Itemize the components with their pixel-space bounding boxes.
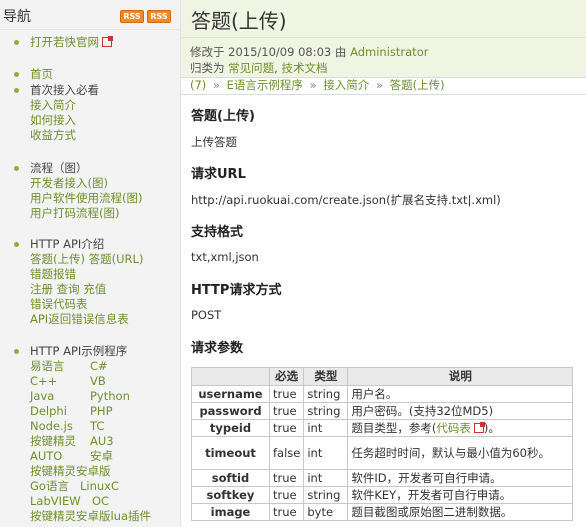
sidebar-item-lang-pair[interactable]: Java Python [30, 389, 130, 404]
breadcrumb-item[interactable]: 接入简介 [323, 78, 369, 92]
sidebar-item-intro[interactable]: 接入简介 [30, 98, 76, 113]
category-line: 归类为 常见问题, 技术文档 [190, 61, 328, 75]
external-link-icon [102, 36, 113, 47]
sidebar-item-home[interactable]: 首页 [14, 67, 53, 82]
section-heading: 请求参数 [191, 341, 244, 356]
author-link[interactable]: Administrator [350, 45, 428, 59]
sidebar-item-examples: HTTP API示例程序 [14, 344, 127, 359]
table-row: password true string 用户密码。(支持32位MD5) [191, 402, 574, 420]
table-row: softkey true string 软件KEY，开发者可自行申请。 [191, 486, 574, 504]
sidebar-item-lang-pair[interactable]: AUTO 安卓 [30, 449, 113, 464]
sidebar-item-http-api: HTTP API介绍 [14, 237, 104, 252]
category-link[interactable]: 技术文档 [281, 61, 327, 75]
page-meta: 修改于 2015/10/09 08:03 由 Administrator 归类为… [181, 38, 586, 78]
bullet [14, 72, 19, 77]
request-url: http://api.ruokuai.com/create.json(扩展名支持… [191, 193, 501, 207]
sidebar-item-anjian-lua[interactable]: 按键精灵安卓版lua插件 [30, 509, 151, 524]
sidebar-item-lang-pair[interactable]: C++ VB [30, 374, 106, 389]
bullet [14, 40, 19, 45]
params-table: 必选 类型 说明 username true string 用户名。 passw… [191, 367, 574, 521]
section-text: 上传答题 [191, 135, 237, 149]
breadcrumb-item[interactable]: 答题(上传) [390, 78, 445, 92]
external-link-icon [473, 421, 485, 433]
section-heading: HTTP请求方式 [191, 283, 282, 298]
sidebar-item-revenue[interactable]: 收益方式 [30, 128, 76, 143]
bullet [14, 88, 19, 93]
table-row: softid true int 软件ID，开发者可自行申请。 [191, 469, 574, 487]
sidebar-item-user-code-flow[interactable]: 用户打码流程(图) [30, 206, 119, 221]
sidebar-item-api-errors[interactable]: API返回错误信息表 [30, 312, 129, 327]
table-row: username true string 用户名。 [191, 385, 574, 403]
category-link[interactable]: 常见问题 [228, 61, 274, 75]
sidebar-item-first-access: 首次接入必看 [14, 83, 99, 98]
sidebar-item-answer-pair[interactable]: 答题(上传) 答题(URL) [30, 252, 143, 267]
sidebar-header: 导航 RSS RSS [0, 0, 180, 30]
sidebar-item-dev-flow[interactable]: 开发者接入(图) [30, 176, 108, 191]
sidebar-item-register-query-recharge[interactable]: 注册 查询 充值 [30, 282, 106, 297]
section-text: POST [191, 308, 222, 322]
sidebar-item-official-site[interactable]: 打开若快官网 [14, 35, 113, 50]
bullet [14, 349, 19, 354]
breadcrumb-item[interactable]: (7) [190, 78, 206, 92]
code-table-link[interactable]: 代码表 [436, 421, 471, 435]
sidebar-item-anjian-android[interactable]: 按键精灵安卓版 [30, 464, 111, 479]
section-heading: 支持格式 [191, 225, 244, 240]
bullet [14, 166, 19, 171]
sidebar-item-flow: 流程（图） [14, 161, 88, 176]
sidebar-item-lang-pair[interactable]: Node.js TC [30, 419, 104, 434]
table-header-row: 必选 类型 说明 [191, 367, 574, 386]
page-title: 答题(上传) [191, 9, 287, 33]
table-row: timeout false int 任务超时时间，默认与最小值为60秒。 [191, 436, 574, 470]
sidebar-item-error-codes[interactable]: 错误代码表 [30, 297, 88, 312]
sidebar: 导航 RSS RSS 打开若快官网 首页 首次接入必看 接入简介 如何接入 收益… [0, 0, 181, 527]
sidebar-item-user-software-flow[interactable]: 用户软件使用流程(图) [30, 191, 142, 206]
sidebar-item-lang-pair[interactable]: LabVIEW OC [30, 494, 109, 509]
sidebar-item-how-to[interactable]: 如何接入 [30, 113, 76, 128]
sidebar-item-report-error[interactable]: 错题报错 [30, 267, 76, 282]
table-row: typeid true int 题目类型，参考(代码表)。 [191, 419, 574, 437]
breadcrumb: (7) » E语言示例程序 » 接入简介 » 答题(上传) [181, 78, 586, 95]
breadcrumb-item[interactable]: E语言示例程序 [227, 78, 303, 92]
table-row: image true byte 题目截图或原始图二进制数据。 [191, 503, 574, 521]
sidebar-item-lang-pair[interactable]: Delphi PHP [30, 404, 113, 419]
main-content: 答题(上传) 修改于 2015/10/09 08:03 由 Administra… [181, 0, 586, 527]
section-heading: 请求URL [191, 167, 246, 182]
sidebar-item-lang-pair[interactable]: 按键精灵 AU3 [30, 434, 114, 449]
modified-line: 修改于 2015/10/09 08:03 由 Administrator [190, 45, 429, 59]
title-bar: 答题(上传) [181, 0, 586, 38]
sidebar-item-lang-pair[interactable]: 易语言 C# [30, 359, 108, 374]
sidebar-title: 导航 [3, 9, 31, 25]
rss-icon[interactable]: RSS [120, 10, 144, 23]
rss-icon[interactable]: RSS [147, 10, 171, 23]
bullet [14, 242, 19, 247]
sidebar-item-lang-pair[interactable]: Go语言 LinuxC [30, 479, 119, 494]
section-heading: 答题(上传) [191, 109, 255, 124]
section-text: txt,xml,json [191, 250, 259, 264]
